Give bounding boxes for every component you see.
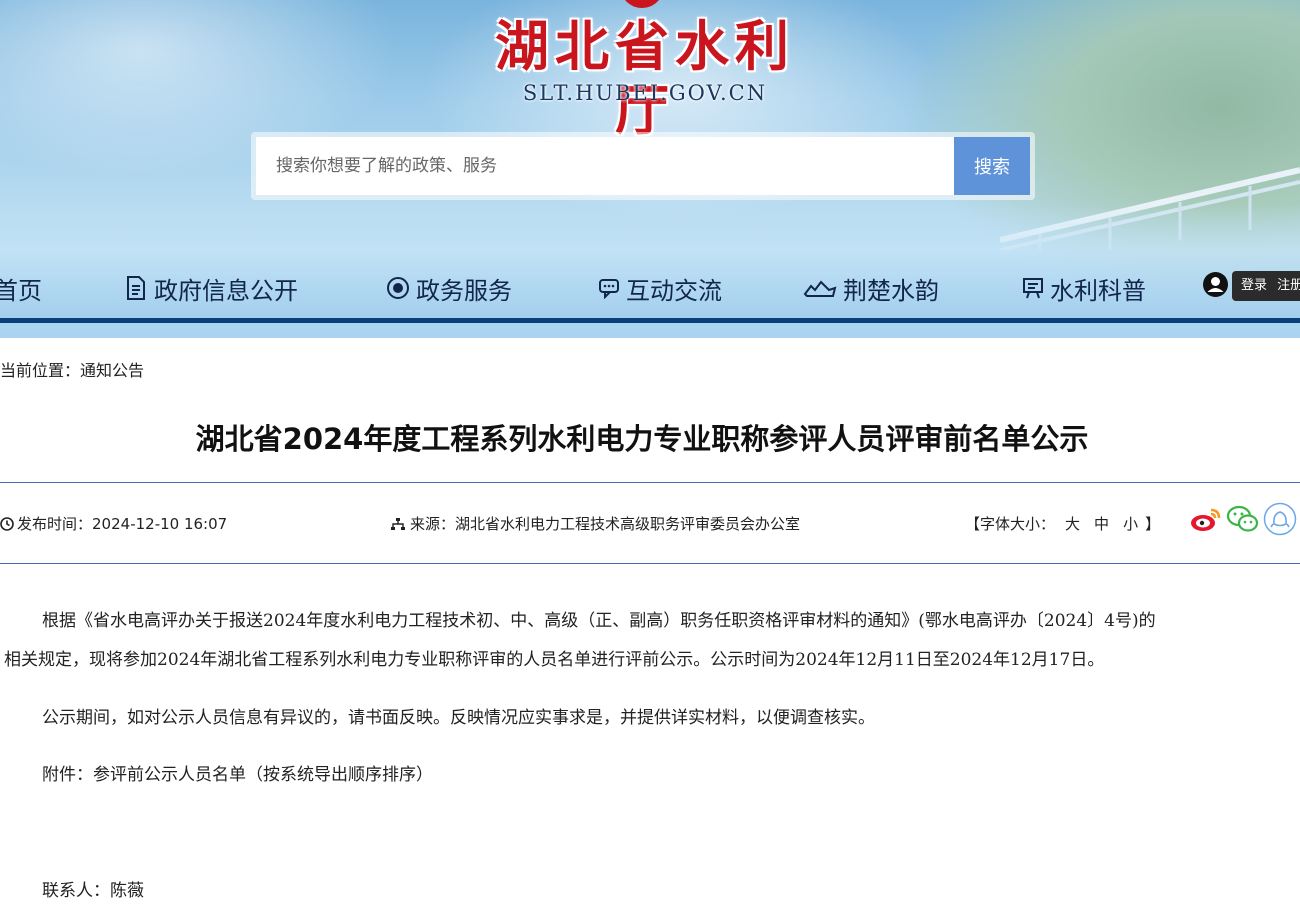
article-source: 来源： 湖北省水利电力工程技术高级职务评审委员会办公室 [390,511,800,537]
font-size-small[interactable]: 小 [1123,511,1138,537]
search-button[interactable]: 搜索 [954,137,1030,195]
document-icon [127,276,145,300]
source-label: 来源： [410,515,456,533]
chat-icon [599,279,619,299]
font-size-large[interactable]: 大 [1065,511,1080,537]
nav-item-label: 互动交流 [626,276,722,305]
contact-paragraph: 联系人：陈薇 [42,881,144,901]
nav-item-interaction[interactable]: 互动交流 [598,262,722,314]
breadcrumb-prefix: 当前位置： [0,361,81,380]
font-size-bracket-close: 】 [1145,515,1161,533]
login-register-box: 登录 注册 [1232,271,1300,301]
qq-icon[interactable] [1263,502,1297,536]
nav-item-science[interactable]: 水利科普 [1022,262,1146,314]
clock-icon [0,517,14,531]
nav-item-gov-info[interactable]: 政府信息公开 [124,262,298,314]
nav-item-services[interactable]: 政务服务 [386,262,512,314]
nav-item-label: 荆楚水韵 [843,276,939,305]
nav-item-jingchu[interactable]: 荆楚水韵 [803,262,939,314]
site-logo-text[interactable]: 湖北省水利厅 [470,14,820,142]
font-size-bracket-open: 【 [965,515,981,533]
font-size-label: 字体大小： [980,515,1056,533]
nav-item-label: 首页 [0,276,42,305]
publish-time: 发布时间： 2024-12-10 16:07 [0,511,227,537]
site-url-text: SLT.HUBEI.GOV.CN [522,81,768,105]
article-paragraph: 根据《省水电高评办关于报送2024年度水利电力工程技术初、中、高级（正、副高）职… [42,611,1156,631]
article-paragraph: 公示期间，如对公示人员信息有异议的，请书面反映。反映情况应实事求是，并提供详实材… [42,708,875,728]
landscape-icon [803,280,837,297]
attachment-paragraph: 附件：参评前公示人员名单（按系统导出顺序排序） [42,765,433,785]
divider [0,563,1300,564]
register-link[interactable]: 注册 [1277,278,1300,293]
search-input[interactable] [256,137,954,195]
breadcrumb: 当前位置：通知公告 [0,359,144,383]
user-icon[interactable] [1202,271,1229,298]
font-size-medium[interactable]: 中 [1094,511,1109,537]
nav-underline-bar [0,318,1300,323]
source-value: 湖北省水利电力工程技术高级职务评审委员会办公室 [455,515,801,533]
publish-time-label: 发布时间： [17,515,93,533]
article-paragraph: 相关规定，现将参加2024年湖北省工程系列水利电力专业职称评审的人员名单进行评前… [4,650,1105,670]
sitemap-icon [391,518,405,530]
nav-item-label: 政府信息公开 [154,276,298,305]
font-size-switcher: 【 字体大小： 大 中 小 】 [965,511,1160,537]
wechat-icon[interactable] [1226,502,1260,536]
breadcrumb-current[interactable]: 通知公告 [80,361,144,380]
service-emblem-icon [387,277,409,299]
nav-item-label: 政务服务 [416,276,512,305]
publish-time-value: 2024-12-10 16:07 [92,515,228,533]
nav-item-label: 水利科普 [1050,276,1146,305]
divider [0,482,1300,483]
main-nav: 首页 政府信息公开 政务服务 互动交流 荆楚水韵 水利科普 [0,262,1300,314]
nav-item-home[interactable]: 首页 [0,262,42,314]
login-link[interactable]: 登录 [1241,278,1267,293]
science-board-icon [1023,278,1043,299]
search-bar: 搜索 [251,132,1035,200]
weibo-icon[interactable] [1189,502,1223,536]
site-header: 湖北省水利厅 SLT.HUBEI.GOV.CN 搜索 首页 政府信息公开 政务服… [0,0,1300,338]
page-title: 湖北省2024年度工程系列水利电力专业职称参评人员评审前名单公示 [195,422,1089,456]
